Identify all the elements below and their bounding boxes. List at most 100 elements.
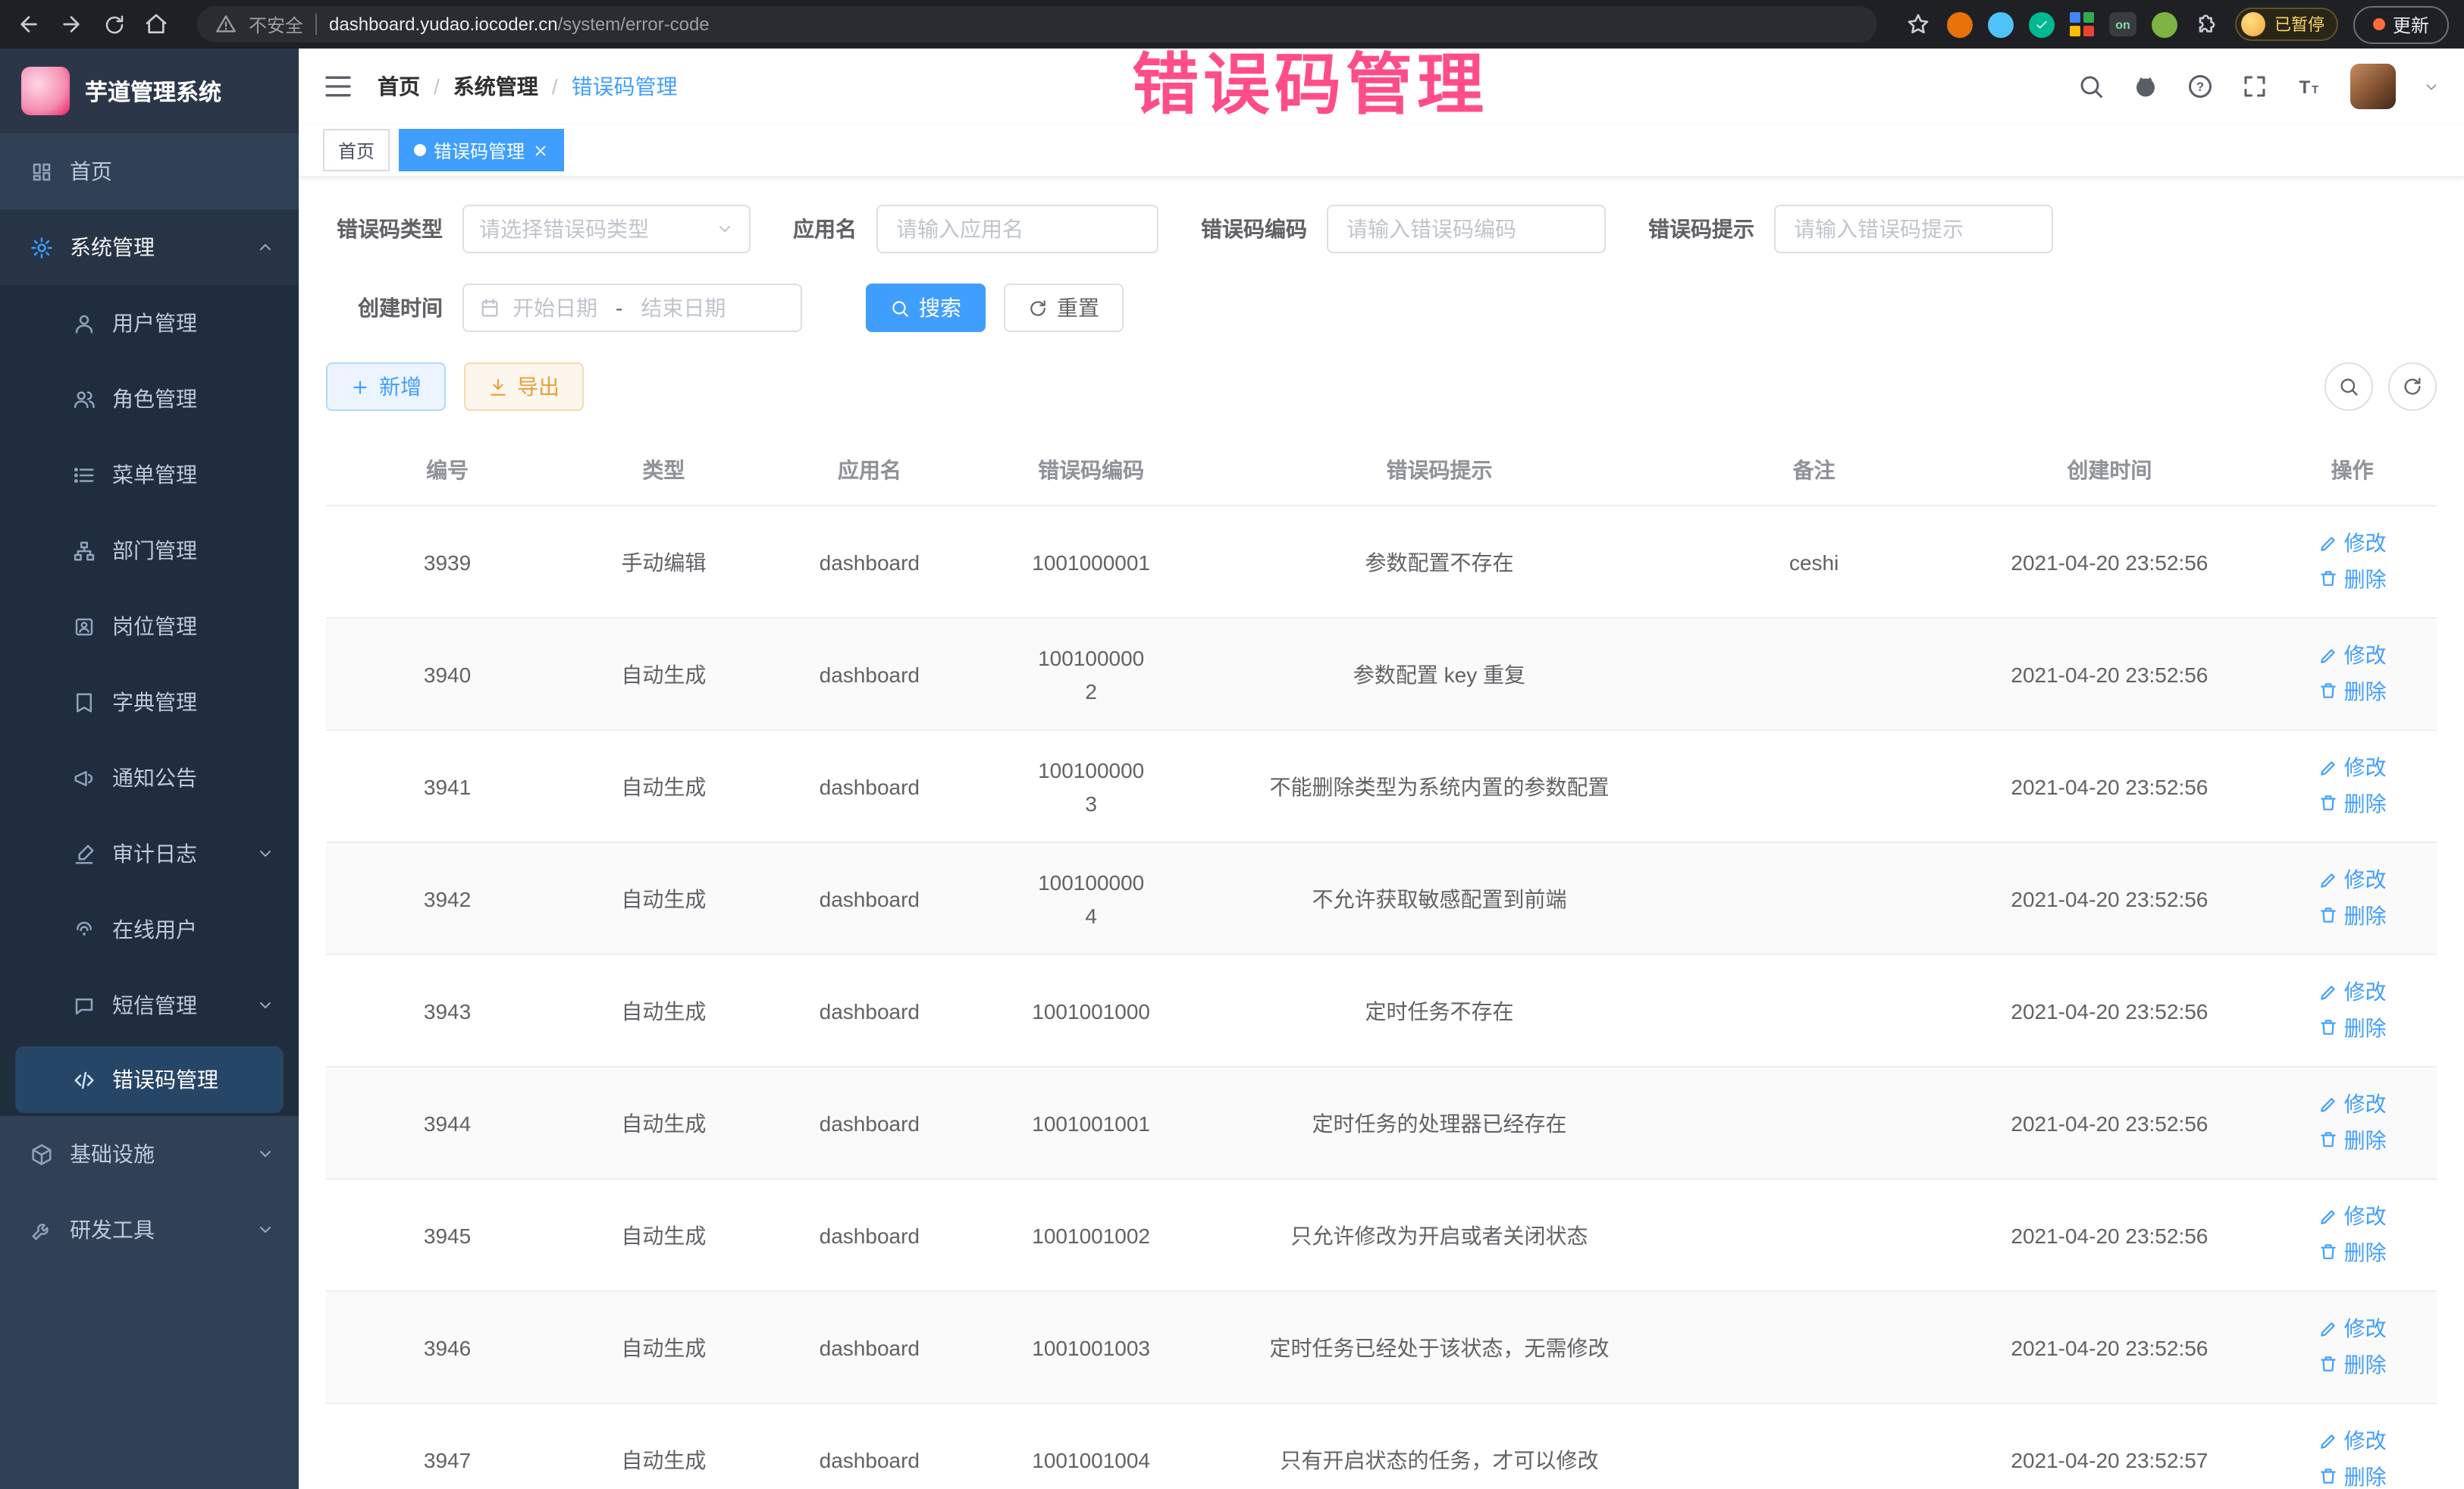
column-header: 创建时间 (1951, 435, 2268, 506)
sidebar-item-sms[interactable]: 短信管理 (0, 967, 299, 1043)
search-button[interactable]: 搜索 (866, 284, 986, 332)
address-bar[interactable]: 不安全 dashboard.yudao.iocoder.cn/system/er… (197, 6, 1877, 42)
tab-label: 首页 (338, 137, 375, 163)
download-icon (488, 377, 508, 397)
sidebar-item-dev-tools[interactable]: 研发工具 (0, 1192, 299, 1268)
edit-link[interactable]: 修改 (2318, 1424, 2387, 1457)
delete-link[interactable]: 删除 (2318, 674, 2387, 707)
delete-link[interactable]: 删除 (2318, 1347, 2387, 1381)
bookmark-star-icon[interactable] (1904, 11, 1932, 38)
page-content: 错误码类型 请选择错误码类型 应用名 错误码编码 (299, 177, 2464, 1489)
sidebar-item-online-users[interactable]: 在线用户 (0, 892, 299, 967)
table-row: 3944 自动生成 dashboard 1001001001 定时任务的处理器已… (326, 1067, 2437, 1179)
paused-label: 已暂停 (2274, 12, 2324, 36)
tab-error-code[interactable]: 错误码管理 (399, 129, 564, 171)
font-size-icon[interactable]: TT (2296, 73, 2323, 100)
extension-icon-blue[interactable] (1988, 11, 2014, 37)
cell-hint: 定时任务已经处于该状态，无需修改 (1202, 1291, 1676, 1403)
sidebar-item-error-code[interactable]: 错误码管理 (15, 1046, 284, 1113)
error-type-select[interactable]: 请选择错误码类型 (462, 205, 751, 253)
edit-link[interactable]: 修改 (2318, 975, 2387, 1008)
error-code-input[interactable] (1327, 205, 1606, 253)
export-button[interactable]: 导出 (464, 362, 584, 411)
sidebar-item-menus[interactable]: 菜单管理 (0, 437, 299, 513)
extension-icon-grid[interactable] (2070, 12, 2094, 36)
cell-hint: 定时任务不存在 (1202, 955, 1676, 1067)
reset-button[interactable]: 重置 (1004, 284, 1124, 332)
date-range-picker[interactable]: 开始日期 - 结束日期 (462, 284, 802, 332)
home-icon[interactable] (143, 11, 170, 38)
sidebar-item-dictionary[interactable]: 字典管理 (0, 664, 299, 740)
search-icon (890, 298, 910, 318)
app-name-input[interactable] (876, 205, 1158, 253)
cell-id: 3944 (326, 1067, 569, 1179)
sidebar-item-notices[interactable]: 通知公告 (0, 740, 299, 816)
extensions-puzzle-icon[interactable] (2193, 11, 2220, 38)
sidebar-item-infrastructure[interactable]: 基础设施 (0, 1116, 299, 1192)
sidebar: 芋道管理系统 首页 系统管理 用户管理 角色管理 (0, 49, 299, 1489)
hamburger-icon[interactable] (323, 71, 353, 102)
reload-icon[interactable] (100, 11, 127, 38)
sidebar-item-posts[interactable]: 岗位管理 (0, 588, 299, 664)
sidebar-item-roles[interactable]: 角色管理 (0, 361, 299, 437)
error-hint-input[interactable] (1774, 205, 2053, 253)
toggle-search-button[interactable] (2324, 362, 2373, 411)
avatar[interactable] (2350, 64, 2396, 109)
sidebar-item-home[interactable]: 首页 (0, 133, 299, 209)
cell-id: 3939 (326, 506, 569, 618)
refresh-table-button[interactable] (2388, 362, 2437, 411)
edit-link[interactable]: 修改 (2318, 751, 2387, 784)
sidebar-item-audit-log[interactable]: 审计日志 (0, 816, 299, 892)
edit-link[interactable]: 修改 (2318, 1199, 2387, 1233)
fullscreen-icon[interactable] (2241, 73, 2268, 100)
tab-home[interactable]: 首页 (323, 129, 390, 171)
extension-icon-dark[interactable]: on (2109, 12, 2136, 36)
select-placeholder: 请选择错误码类型 (479, 214, 649, 244)
edit-link[interactable]: 修改 (2318, 638, 2387, 672)
add-button[interactable]: 新增 (326, 362, 446, 411)
reset-button-label: 重置 (1057, 293, 1099, 323)
cell-remark (1677, 1291, 1951, 1403)
edit-link[interactable]: 修改 (2318, 1312, 2387, 1345)
cell-actions: 修改删除 (2268, 955, 2437, 1067)
delete-link[interactable]: 删除 (2318, 898, 2387, 932)
delete-link[interactable]: 删除 (2318, 562, 2387, 595)
caret-down-icon[interactable] (2423, 78, 2440, 95)
profile-paused-badge[interactable]: 已暂停 (2235, 8, 2338, 41)
edit-link[interactable]: 修改 (2318, 863, 2387, 896)
sidebar-item-system[interactable]: 系统管理 (0, 209, 299, 285)
breadcrumb-current: 错误码管理 (572, 71, 678, 102)
cell-remark: ceshi (1677, 506, 1951, 618)
close-icon[interactable] (532, 142, 549, 158)
wrench-icon (30, 1218, 53, 1241)
delete-link[interactable]: 删除 (2318, 1123, 2387, 1156)
delete-link[interactable]: 删除 (2318, 786, 2387, 820)
delete-link[interactable]: 删除 (2318, 1235, 2387, 1268)
search-icon[interactable] (2077, 73, 2105, 100)
edit-link[interactable]: 修改 (2318, 1087, 2387, 1121)
active-dot-icon (414, 144, 426, 156)
megaphone-icon (73, 766, 96, 789)
chevron-down-icon (256, 845, 274, 863)
delete-link[interactable]: 删除 (2318, 1011, 2387, 1044)
code-icon (73, 1068, 96, 1091)
extension-icon-green[interactable] (2029, 11, 2055, 37)
breadcrumb-home[interactable]: 首页 (378, 71, 420, 102)
extension-icon-leaf[interactable] (2152, 11, 2177, 37)
github-icon[interactable] (2132, 73, 2159, 100)
cell-hint: 参数配置不存在 (1202, 506, 1676, 618)
help-icon[interactable]: ? (2187, 73, 2214, 100)
sidebar-item-users[interactable]: 用户管理 (0, 285, 299, 361)
trash-icon (2318, 1130, 2338, 1149)
edit-link[interactable]: 修改 (2318, 526, 2387, 560)
update-button[interactable]: 更新 (2353, 5, 2449, 43)
back-icon[interactable] (15, 11, 42, 38)
delete-link[interactable]: 删除 (2318, 1459, 2387, 1489)
breadcrumb-system[interactable]: 系统管理 (453, 71, 538, 102)
extension-icon-orange[interactable] (1947, 11, 1973, 37)
sidebar-item-departments[interactable]: 部门管理 (0, 513, 299, 588)
cell-app: dashboard (759, 1179, 980, 1291)
sidebar-item-label: 研发工具 (70, 1215, 155, 1245)
forward-icon[interactable] (58, 11, 85, 38)
sidebar-logo[interactable]: 芋道管理系统 (0, 49, 299, 133)
